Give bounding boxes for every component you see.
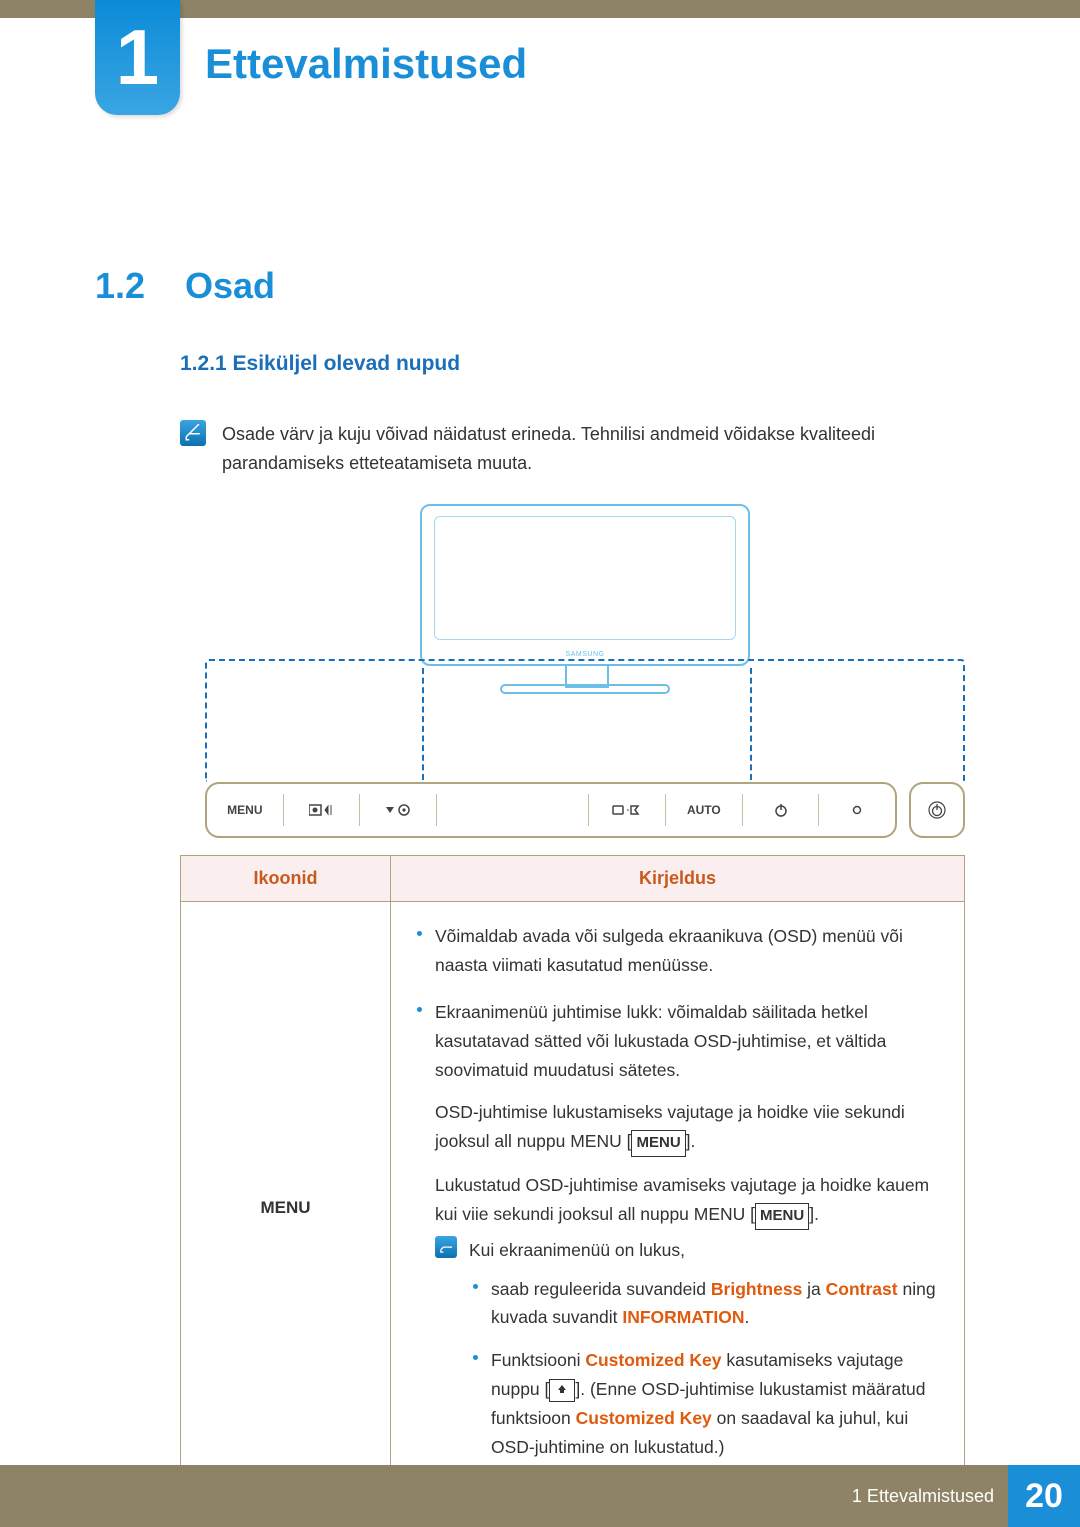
section-title: Osad bbox=[185, 265, 275, 307]
btn-nav-icon bbox=[360, 794, 437, 826]
btn-power-icon bbox=[743, 794, 820, 826]
btn-source-icon bbox=[589, 794, 666, 826]
table-header-desc: Kirjeldus bbox=[391, 856, 964, 901]
btn-power-round bbox=[909, 782, 965, 838]
button-strip: MENU AUTO bbox=[205, 782, 965, 838]
inner-note-icon bbox=[435, 1236, 457, 1258]
btn-bright-icon bbox=[284, 794, 361, 826]
btn-auto: AUTO bbox=[666, 794, 743, 826]
desc-bullet-1: Võimaldab avada või sulgeda ekraanikuva … bbox=[413, 922, 942, 980]
up-key-icon bbox=[549, 1379, 575, 1403]
section-number: 1.2 bbox=[95, 265, 145, 307]
footer-chapter-ref: 1 Ettevalmistused bbox=[852, 1486, 994, 1507]
btn-led-icon bbox=[819, 794, 895, 826]
note-text: Osade värv ja kuju võivad näidatust erin… bbox=[222, 420, 965, 478]
inner-bullet-1: saab reguleerida suvandeid Brightness ja… bbox=[469, 1275, 942, 1333]
monitor-brand-label: SAMSUNG bbox=[422, 651, 748, 658]
btn-menu: MENU bbox=[207, 794, 284, 826]
row-desc-menu: Võimaldab avada või sulgeda ekraanikuva … bbox=[391, 902, 964, 1514]
chapter-title: Ettevalmistused bbox=[205, 40, 527, 88]
btn-blank bbox=[437, 794, 589, 826]
page-footer: 1 Ettevalmistused 20 bbox=[0, 1465, 1080, 1527]
icons-table: Ikoonid Kirjeldus MENU Võimaldab avada v… bbox=[180, 855, 965, 1515]
subsection-heading: 1.2.1 Esiküljel olevad nupud bbox=[180, 352, 460, 376]
table-header-icons: Ikoonid bbox=[181, 856, 391, 901]
page-number: 20 bbox=[1008, 1465, 1080, 1527]
inner-note-intro: Kui ekraanimenüü on lukus, bbox=[469, 1236, 942, 1265]
chapter-number-tab: 1 bbox=[95, 0, 180, 115]
note-icon bbox=[180, 420, 206, 446]
inner-bullet-2: Funktsiooni Customized Key kasutamiseks … bbox=[469, 1346, 942, 1462]
row-icon-menu: MENU bbox=[181, 902, 391, 1514]
monitor-diagram: SAMSUNG MENU AUTO bbox=[205, 504, 965, 839]
desc-bullet-2: Ekraanimenüü juhtimise lukk: võimaldab s… bbox=[413, 998, 942, 1476]
